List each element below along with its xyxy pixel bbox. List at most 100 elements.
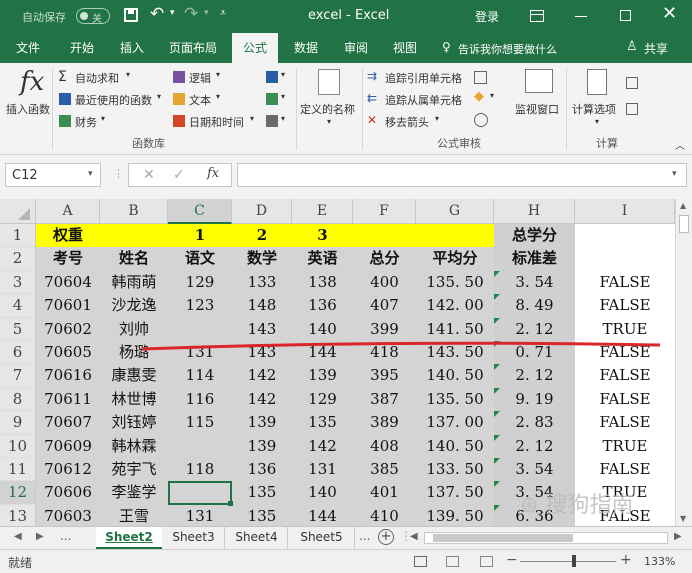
cell-f13[interactable]: 410: [353, 505, 416, 526]
row-header-12[interactable]: 12: [0, 481, 36, 505]
cell-a2[interactable]: 考号: [36, 247, 100, 270]
evaluate-formula-icon[interactable]: [474, 113, 488, 127]
cell-a1[interactable]: 权重: [36, 224, 100, 247]
sheet-tab-sheet3[interactable]: Sheet3: [163, 527, 225, 549]
cell-c7[interactable]: 114: [168, 364, 232, 387]
tab-view[interactable]: 视图: [385, 33, 425, 63]
tab-insert[interactable]: 插入: [112, 33, 152, 63]
cell-h3[interactable]: 3. 54: [494, 271, 575, 294]
cell-h7[interactable]: 2. 12: [494, 364, 575, 387]
cell-b1[interactable]: [100, 224, 168, 247]
undo-dropdown-icon[interactable]: ▾: [170, 8, 175, 18]
next-sheet-icon[interactable]: ▶: [36, 531, 44, 542]
cell-e2[interactable]: 英语: [292, 247, 353, 270]
col-header-h[interactable]: H: [494, 199, 575, 224]
cell-e12[interactable]: 140: [292, 481, 353, 504]
cell-a11[interactable]: 70612: [36, 458, 100, 481]
watch-window-button[interactable]: 监视窗口: [515, 101, 559, 117]
cell-f10[interactable]: 408: [353, 435, 416, 458]
calc-options-button[interactable]: 计算选项: [572, 101, 616, 117]
zoom-slider[interactable]: [520, 561, 616, 562]
cell-a4[interactable]: 70601: [36, 294, 100, 317]
sheet-tab-sheet2[interactable]: Sheet2: [96, 527, 162, 549]
page-break-view-icon[interactable]: [480, 556, 493, 567]
col-header-d[interactable]: D: [232, 199, 292, 224]
cell-f11[interactable]: 385: [353, 458, 416, 481]
scroll-down-icon[interactable]: ▼: [680, 514, 686, 523]
insert-function-button[interactable]: 插入函数: [6, 101, 50, 117]
cell-i9[interactable]: FALSE: [575, 411, 675, 434]
row-header-10[interactable]: 10: [0, 434, 36, 458]
cell-d10[interactable]: 139: [232, 435, 292, 458]
cell-h4[interactable]: 8. 49: [494, 294, 575, 317]
name-box[interactable]: C12 ▾: [5, 163, 101, 187]
cell-i2[interactable]: [575, 247, 675, 270]
more-functions-icon[interactable]: [266, 115, 278, 127]
share-button[interactable]: 共享: [644, 40, 668, 57]
add-sheet-icon[interactable]: +: [378, 529, 394, 545]
tell-me-box[interactable]: 告诉我你想要做什么: [458, 41, 557, 57]
cell-a10[interactable]: 70609: [36, 435, 100, 458]
cell-i10[interactable]: TRUE: [575, 435, 675, 458]
cell-g1[interactable]: [416, 224, 494, 247]
cell-f7[interactable]: 395: [353, 364, 416, 387]
row-header-11[interactable]: 11: [0, 458, 36, 482]
cell-e8[interactable]: 129: [292, 388, 353, 411]
datetime-button[interactable]: 日期和时间: [189, 114, 244, 130]
cell-d9[interactable]: 139: [232, 411, 292, 434]
cell-b3[interactable]: 韩雨萌: [100, 271, 168, 294]
row-header-3[interactable]: 3: [0, 270, 36, 295]
cell-i3[interactable]: FALSE: [575, 271, 675, 294]
hscroll-left-icon[interactable]: ◀: [410, 531, 418, 542]
cell-b4[interactable]: 沙龙逸: [100, 294, 168, 317]
cell-g3[interactable]: 135. 50: [416, 271, 494, 294]
scroll-up-icon[interactable]: ▲: [680, 201, 686, 210]
cell-b9[interactable]: 刘钰婷: [100, 411, 168, 434]
ribbon-display-icon[interactable]: [530, 10, 544, 22]
customize-qat-icon[interactable]: ⩡: [220, 6, 226, 20]
cell-g7[interactable]: 140. 50: [416, 364, 494, 387]
col-header-i[interactable]: I: [575, 199, 675, 224]
formula-input[interactable]: ▾: [237, 163, 687, 187]
sheets-left-more[interactable]: ...: [60, 529, 71, 543]
col-header-b[interactable]: B: [100, 199, 168, 224]
name-box-dropdown-icon[interactable]: ▾: [88, 169, 93, 179]
cell-d1[interactable]: 2: [232, 224, 292, 247]
redo-dropdown-icon[interactable]: ▾: [204, 8, 209, 18]
cell-a5[interactable]: 70602: [36, 318, 100, 341]
cell-c9[interactable]: 115: [168, 411, 232, 434]
cell-g10[interactable]: 140. 50: [416, 435, 494, 458]
cell-f9[interactable]: 389: [353, 411, 416, 434]
cell-f4[interactable]: 407: [353, 294, 416, 317]
cell-c3[interactable]: 129: [168, 271, 232, 294]
cell-a3[interactable]: 70604: [36, 271, 100, 294]
cell-g13[interactable]: 139. 50: [416, 505, 494, 526]
cell-e10[interactable]: 142: [292, 435, 353, 458]
zoom-in-icon[interactable]: +: [620, 552, 632, 568]
calculate-sheet-icon[interactable]: [626, 103, 638, 115]
row-header-7[interactable]: 7: [0, 364, 36, 388]
enter-icon[interactable]: ✓: [173, 167, 185, 183]
cell-c13[interactable]: 131: [168, 505, 232, 526]
cell-f2[interactable]: 总分: [353, 247, 416, 270]
vertical-scrollbar[interactable]: ▲ ▼: [675, 199, 692, 526]
cell-g9[interactable]: 137. 00: [416, 411, 494, 434]
cell-h8[interactable]: 9. 19: [494, 388, 575, 411]
cell-e3[interactable]: 138: [292, 271, 353, 294]
save-icon[interactable]: [124, 8, 138, 22]
cell-g8[interactable]: 135. 50: [416, 388, 494, 411]
cell-e11[interactable]: 131: [292, 458, 353, 481]
cell-f1[interactable]: [353, 224, 416, 247]
cell-g12[interactable]: 137. 50: [416, 481, 494, 504]
cancel-icon[interactable]: ✕: [143, 167, 155, 183]
cell-a7[interactable]: 70616: [36, 364, 100, 387]
cell-d11[interactable]: 136: [232, 458, 292, 481]
active-cell-c12[interactable]: [168, 481, 232, 505]
col-header-c[interactable]: C: [168, 199, 232, 224]
cell-h10[interactable]: 2. 12: [494, 435, 575, 458]
zoom-out-icon[interactable]: −: [506, 552, 518, 568]
cell-i4[interactable]: FALSE: [575, 294, 675, 317]
horizontal-scrollbar[interactable]: [424, 532, 668, 544]
tab-formulas[interactable]: 公式: [232, 33, 278, 63]
row-header-1[interactable]: 1: [0, 224, 36, 248]
